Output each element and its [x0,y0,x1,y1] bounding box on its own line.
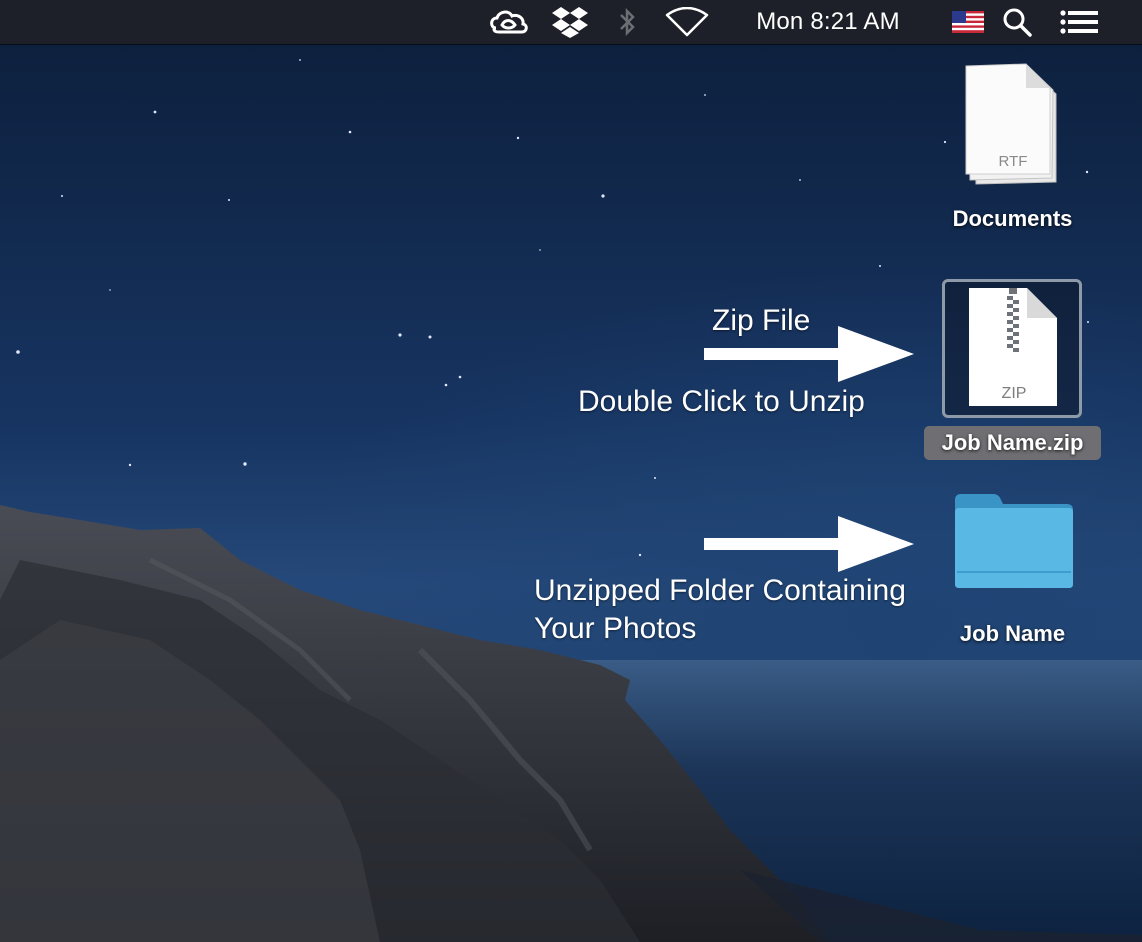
menu-bar-clock[interactable]: Mon 8:21 AM [736,0,920,44]
arrow-to-folder-icon [704,516,914,572]
zip-file-label[interactable]: Job Name.zip [924,430,1101,456]
wifi-icon[interactable] [664,0,710,44]
menu-bar: Mon 8:21 AM [0,0,1142,44]
bluetooth-icon[interactable] [612,0,642,44]
zip-file-icon[interactable]: ZIP [965,286,1061,410]
arrow-to-zip-icon [704,326,914,382]
creative-cloud-icon[interactable] [488,0,532,44]
documents-icon[interactable]: RTF [958,62,1062,188]
folder-icon[interactable] [953,492,1075,590]
unzip-instruction-annotation: Double Click to Unzip [578,385,865,418]
us-flag-icon[interactable] [950,0,986,44]
notification-center-icon[interactable] [1058,0,1102,44]
spotlight-search-icon[interactable] [1000,0,1034,44]
rtf-badge: RTF [999,153,1028,170]
folder-annotation-line1: Unzipped Folder Containing [534,574,906,607]
dropbox-icon[interactable] [548,0,592,44]
folder-annotation-line2: Your Photos [534,612,697,645]
folder-label[interactable]: Job Name [930,621,1095,647]
zip-badge: ZIP [1002,385,1027,402]
documents-label[interactable]: Documents [930,206,1095,232]
